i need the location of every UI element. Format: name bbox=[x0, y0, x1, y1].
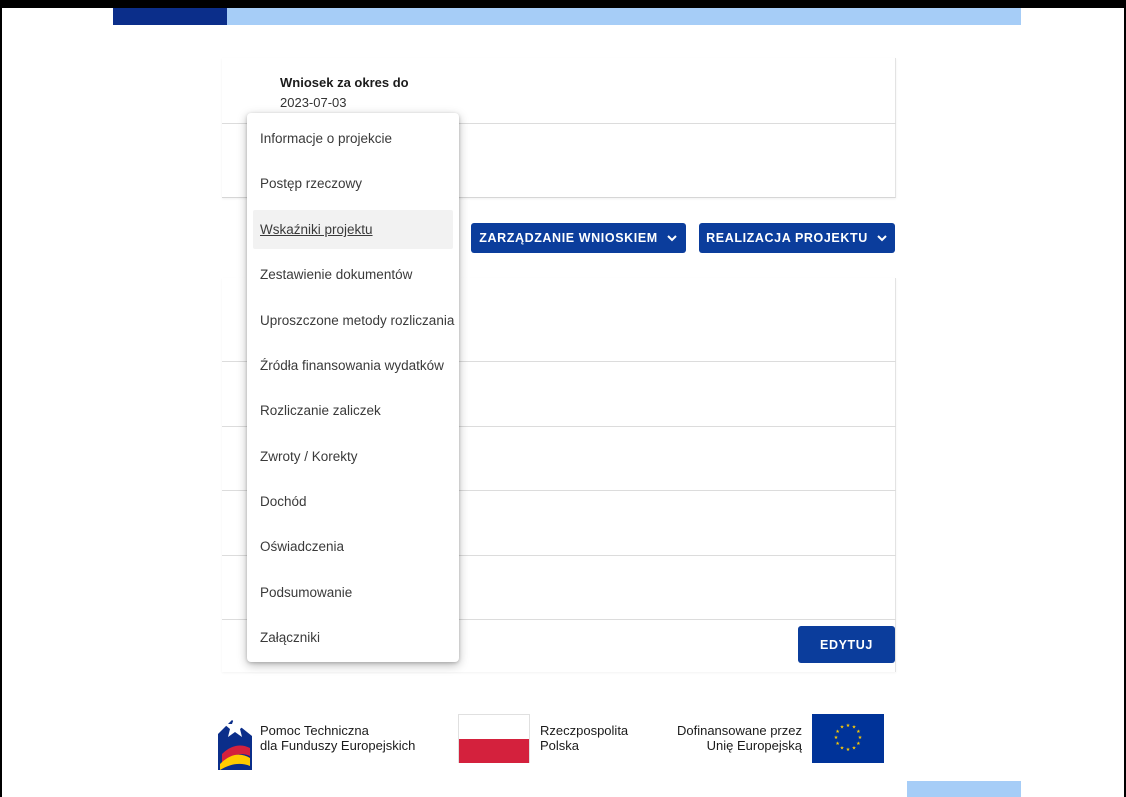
top-progress-segment-light bbox=[227, 8, 1021, 25]
poland-flag-icon bbox=[458, 714, 530, 763]
menu-item-label: Źródła finansowania wydatków bbox=[260, 358, 444, 373]
svg-text:★: ★ bbox=[834, 735, 839, 741]
svg-text:★: ★ bbox=[840, 745, 845, 751]
realizacja-projektu-button[interactable]: REALIZACJA PROJEKTU bbox=[699, 223, 895, 253]
pomoc-line-2: dla Funduszy Europejskich bbox=[260, 738, 416, 753]
menu-item-zestawienie-dokumentow[interactable]: Zestawienie dokumentów bbox=[253, 255, 453, 294]
svg-text:★: ★ bbox=[856, 741, 861, 747]
top-progress-segment-dark bbox=[113, 8, 227, 25]
funds-star-logo-icon bbox=[218, 716, 252, 770]
menu-item-zalaczniki[interactable]: Załączniki bbox=[253, 618, 453, 657]
dofinansowane-text: Dofinansowane przez Unię Europejską bbox=[665, 723, 802, 753]
funding-logos-footer: Pomoc Techniczna dla Funduszy Europejski… bbox=[0, 700, 1126, 780]
rp-line-2: Polska bbox=[540, 738, 580, 753]
menu-item-label: Podsumowanie bbox=[260, 585, 353, 600]
menu-item-label: Informacje o projekcie bbox=[260, 131, 393, 146]
frame-left-border bbox=[0, 0, 2, 797]
menu-item-label: Załączniki bbox=[260, 630, 321, 645]
rzeczpospolita-text: Rzeczpospolita Polska bbox=[540, 723, 628, 753]
zarzadzanie-wnioskiem-button[interactable]: ZARZĄDZANIE WNIOSKIEM bbox=[471, 223, 686, 253]
menu-item-label: Zwroty / Korekty bbox=[260, 449, 358, 464]
menu-item-label: Uproszczone metody rozliczania bbox=[260, 313, 455, 328]
dof-line-1: Dofinansowane przez bbox=[676, 723, 802, 738]
realizacja-dropdown-menu: Informacje o projekcie Postęp rzeczowy W… bbox=[247, 113, 459, 662]
rp-line-1: Rzeczpospolita bbox=[540, 723, 629, 738]
menu-item-uproszczone-metody-rozliczania[interactable]: Uproszczone metody rozliczania bbox=[253, 301, 455, 340]
svg-text:★: ★ bbox=[835, 741, 840, 747]
menu-item-rozliczanie-zaliczek[interactable]: Rozliczanie zaliczek bbox=[253, 391, 453, 430]
svg-text:★: ★ bbox=[852, 745, 857, 751]
menu-item-oswiadczenia[interactable]: Oświadczenia bbox=[253, 527, 453, 566]
bottom-progress-segment-light bbox=[907, 781, 1021, 797]
menu-item-postep-rzeczowy[interactable]: Postęp rzeczowy bbox=[253, 164, 453, 203]
menu-item-label: Postęp rzeczowy bbox=[260, 176, 363, 191]
svg-text:★: ★ bbox=[846, 747, 851, 753]
menu-item-dochod[interactable]: Dochód bbox=[253, 482, 453, 521]
pomoc-line-1: Pomoc Techniczna bbox=[260, 723, 369, 738]
menu-item-label: Dochód bbox=[260, 494, 307, 509]
menu-item-label: Oświadczenia bbox=[260, 539, 345, 554]
edytuj-label: EDYTUJ bbox=[820, 637, 873, 652]
menu-item-informacje-o-projekcie[interactable]: Informacje o projekcie bbox=[253, 119, 453, 158]
menu-item-label: Rozliczanie zaliczek bbox=[260, 403, 381, 418]
menu-item-label: Zestawienie dokumentów bbox=[260, 267, 413, 282]
realizacja-projektu-label: REALIZACJA PROJEKTU bbox=[706, 231, 868, 245]
frame-top-border bbox=[0, 0, 1126, 8]
pomoc-techniczna-text: Pomoc Techniczna dla Funduszy Europejski… bbox=[260, 723, 415, 753]
period-value: 2023-07-03 bbox=[280, 95, 347, 110]
period-label: Wniosek za okres do bbox=[280, 75, 409, 90]
menu-item-zrodla-finansowania-wydatkow[interactable]: Źródła finansowania wydatków bbox=[253, 346, 453, 385]
menu-item-zwroty-korekty[interactable]: Zwroty / Korekty bbox=[253, 437, 453, 476]
menu-item-label: Wskaźniki projektu bbox=[260, 222, 373, 237]
chevron-down-icon bbox=[877, 235, 887, 242]
menu-item-podsumowanie[interactable]: Podsumowanie bbox=[253, 573, 453, 612]
svg-text:★: ★ bbox=[846, 723, 851, 729]
eu-flag-icon: ★ ★ ★ ★ ★ ★ ★ ★ ★ ★ ★ ★ bbox=[812, 714, 884, 763]
menu-item-wskazniki-projektu[interactable]: Wskaźniki projektu bbox=[253, 210, 453, 249]
zarzadzanie-wnioskiem-label: ZARZĄDZANIE WNIOSKIEM bbox=[479, 231, 658, 245]
edytuj-button[interactable]: EDYTUJ bbox=[798, 626, 895, 663]
chevron-down-icon bbox=[667, 235, 677, 242]
svg-text:★: ★ bbox=[840, 725, 845, 731]
dof-line-2: Unię Europejską bbox=[706, 738, 802, 753]
